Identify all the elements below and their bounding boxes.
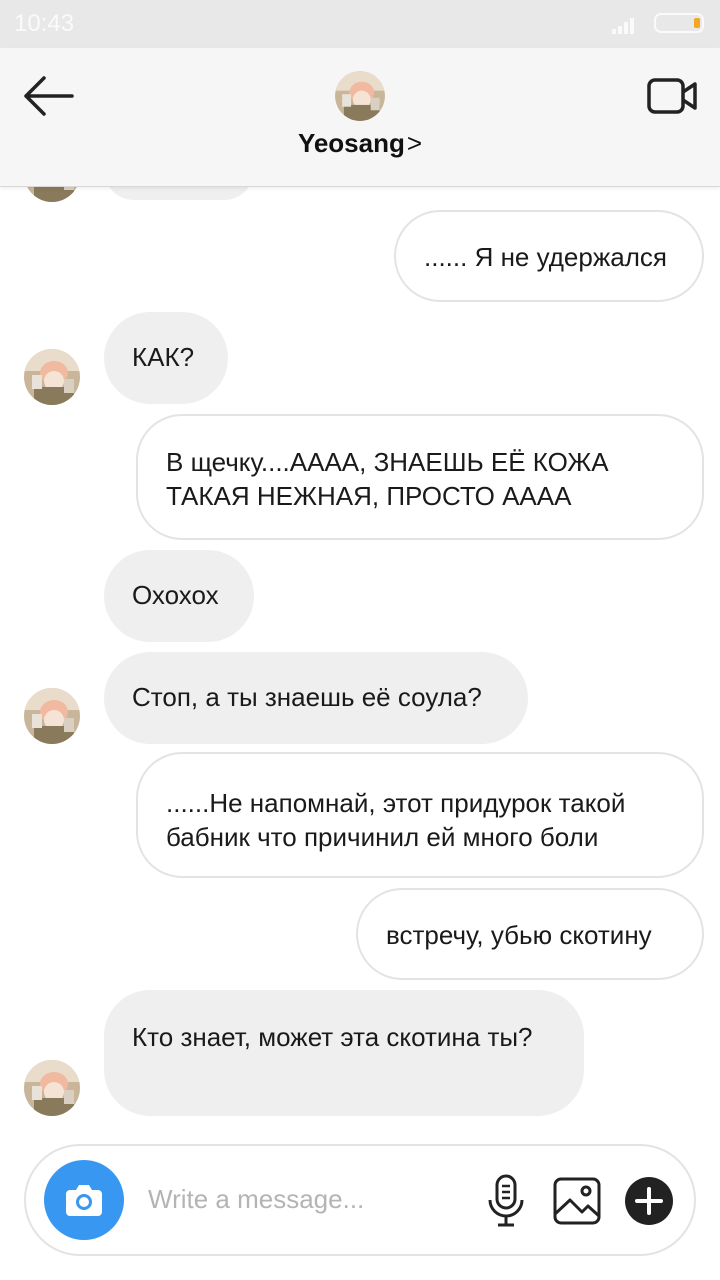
contact-avatar-small[interactable] — [24, 1060, 80, 1116]
gallery-icon[interactable] — [552, 1176, 602, 1226]
message-text: ...... Я не удержался — [424, 242, 667, 272]
signal-icon — [612, 18, 634, 34]
contact-name: Yeosang — [297, 128, 405, 158]
contact-avatar-small[interactable] — [24, 688, 80, 744]
chat-header: Yeosang> — [0, 48, 720, 187]
status-time: 10:43 — [14, 10, 75, 37]
video-call-icon[interactable] — [646, 76, 698, 116]
contact-avatar[interactable] — [335, 71, 385, 121]
message-bubble-outgoing: встречу, убью скотину — [356, 888, 704, 980]
message-bubble-outgoing: ...... Я не удержался — [394, 210, 704, 302]
message-bubble-incoming: КАК? — [104, 312, 228, 404]
message-bubble-incoming: Охохох — [104, 550, 254, 642]
back-arrow-icon[interactable] — [22, 76, 74, 116]
plus-icon[interactable] — [624, 1176, 674, 1226]
camera-icon — [66, 1185, 102, 1216]
status-bar: 10:43 — [0, 0, 720, 48]
message-bubble-outgoing: ......Не напомнай, этот придурок такой б… — [136, 752, 704, 878]
chevron-right-icon: > — [406, 128, 423, 158]
contact-name-link[interactable]: Yeosang> — [0, 128, 720, 159]
message-text: Охохох — [132, 580, 219, 610]
camera-button[interactable] — [44, 1160, 124, 1240]
message-text: КАК? — [132, 342, 195, 372]
message-bubble-outgoing: В щечку....АААА, ЗНАЕШЬ ЕЁ КОЖА ТАКАЯ НЕ… — [136, 414, 704, 540]
message-text: ......Не напомнай, этот придурок такой б… — [166, 788, 626, 852]
battery-icon — [654, 13, 704, 33]
message-bubble-incoming: Кто знает, может эта скотина ты? — [104, 990, 584, 1116]
message-text: Кто знает, может эта скотина ты? — [132, 1022, 533, 1052]
message-composer: Write a message... — [24, 1144, 696, 1256]
message-text: В щечку....АААА, ЗНАЕШЬ ЕЁ КОЖА ТАКАЯ НЕ… — [166, 447, 609, 511]
message-input[interactable]: Write a message... — [148, 1184, 364, 1215]
message-text: встречу, убью скотину — [386, 920, 652, 950]
message-text: Стоп, а ты знаешь её соула? — [132, 682, 482, 712]
contact-avatar-small[interactable] — [24, 349, 80, 405]
microphone-icon[interactable] — [486, 1174, 526, 1228]
message-bubble-incoming: Стоп, а ты знаешь её соула? — [104, 652, 528, 744]
